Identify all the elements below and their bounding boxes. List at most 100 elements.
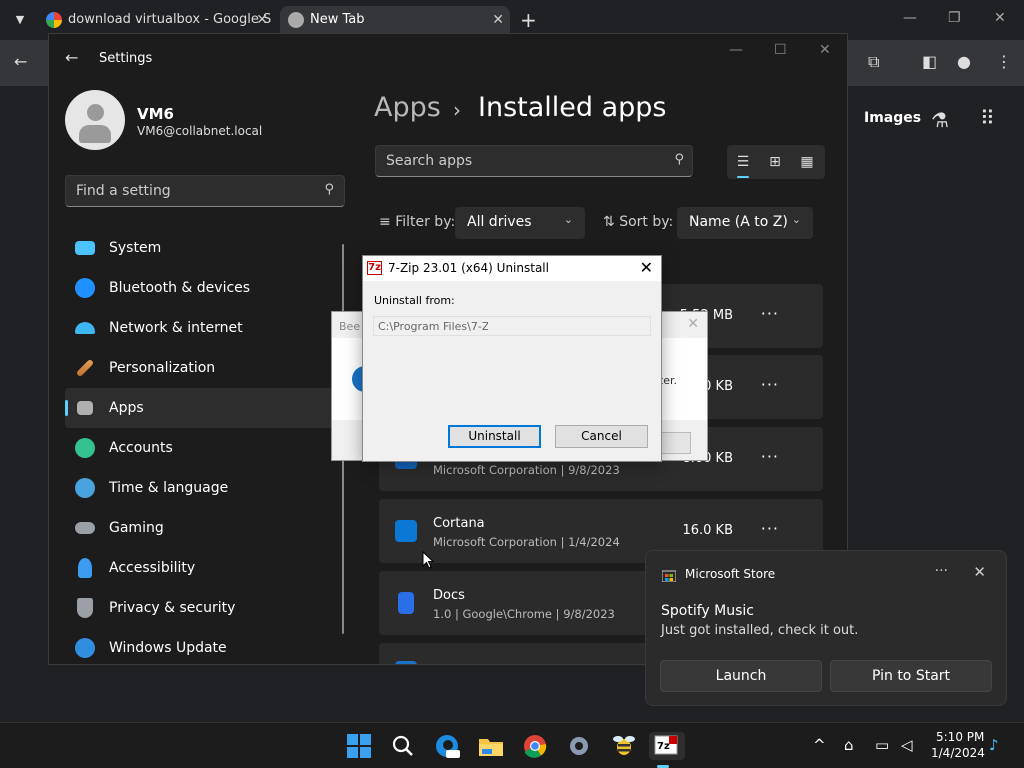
notification-bell-icon[interactable]: ♪ [989,736,999,754]
nav-item-personalization[interactable]: Personalization [65,348,335,388]
nav-item-time-language[interactable]: Time & language [65,468,335,508]
close-tab-icon[interactable]: ✕ [492,6,504,34]
nav-item-windows-update[interactable]: Windows Update [65,628,335,664]
nav-item-bluetooth[interactable]: Bluetooth & devices [65,268,335,308]
settings-gear-icon[interactable] [565,732,593,760]
close-icon[interactable]: ✕ [640,258,653,277]
nav-item-accessibility[interactable]: Accessibility [65,548,335,588]
tab-search-chevron-icon[interactable]: ▼ [8,8,32,32]
more-options-icon[interactable]: ··· [761,375,779,394]
clock-time[interactable]: 5:10 PM [936,730,984,744]
nav-item-privacy-security[interactable]: Privacy & security [65,588,335,628]
launch-button[interactable]: Launch [660,660,822,692]
dialog-titlebar: 7z 7-Zip 23.01 (x64) Uninstall ✕ [363,256,661,281]
close-icon[interactable]: ✕ [973,563,986,581]
nav-item-system[interactable]: System [65,228,335,268]
nav-item-network[interactable]: Network & internet [65,308,335,348]
uninstall-path-input[interactable] [378,319,488,333]
app-name: Cortana [433,516,485,531]
back-arrow-icon[interactable]: ← [65,48,78,67]
nav-item-apps[interactable]: Apps [65,388,335,428]
app-meta: Microsoft Corporation | 1/4/2024 [433,535,620,549]
nav-label: Network & internet [109,320,243,336]
nav-label: System [109,240,162,256]
find-setting-input[interactable] [76,182,306,200]
breadcrumb-apps[interactable]: Apps [374,92,441,123]
chevron-down-icon: ⌄ [791,213,801,226]
find-setting-box[interactable]: ⚲ [65,175,345,207]
browser-tab-virtualbox[interactable]: download virtualbox - Google S ✕ [38,6,274,34]
nav-label: Apps [109,400,144,416]
app-size: 16.0 KB [682,523,733,538]
kebab-menu-icon[interactable]: ⋮ [996,52,1012,71]
clock-date[interactable]: 1/4/2024 [931,746,985,760]
windows-start-icon[interactable] [345,732,373,760]
7zip-taskbar-button[interactable]: 7z [649,732,685,768]
more-options-icon[interactable]: ··· [761,447,779,466]
search-apps-box[interactable]: ⚲ [375,145,693,177]
search-icon: ⚲ [324,182,334,197]
side-panel-icon[interactable]: ◧ [922,52,937,71]
tile-view-icon[interactable]: ⊞ [765,152,785,172]
person-icon [75,438,95,458]
back-arrow-icon[interactable]: ← [14,52,27,71]
volume-muted-icon[interactable]: ◁ [901,736,913,754]
sort-dropdown[interactable]: Name (A to Z) ⌄ [677,207,813,239]
close-icon[interactable]: ✕ [994,10,1006,26]
extensions-icon[interactable]: ⧉ [868,52,879,72]
app-meta: Microsoft Corporation | 9/8/2023 [433,463,620,477]
uninstall-path-field[interactable] [373,316,651,336]
close-tab-icon[interactable]: ✕ [256,6,268,34]
minimize-icon[interactable]: — [903,10,917,26]
cancel-button[interactable]: Cancel [555,425,648,448]
edge-beta-icon[interactable] [433,732,461,760]
pin-to-start-button[interactable]: Pin to Start [830,660,992,692]
profile-icon[interactable]: ● [957,52,971,71]
labs-flask-icon[interactable]: ⚗ [931,108,949,132]
uninstall-button[interactable]: Uninstall [448,425,541,448]
chrome-icon[interactable] [521,732,549,760]
search-icon: ⚲ [674,152,684,167]
monitor-icon [75,241,95,255]
images-link[interactable]: Images [864,110,921,126]
browser-tab-label: download virtualbox - Google S [68,12,272,27]
google-icon [46,12,62,28]
avatar[interactable] [65,90,125,150]
beebeep-icon[interactable] [610,732,638,760]
list-view-icon[interactable]: ☰ [733,152,753,178]
microsoft-store-icon [662,570,676,582]
chevron-down-icon: ⌄ [563,213,573,226]
search-apps-input[interactable] [386,152,656,170]
grid-view-icon[interactable]: ▦ [797,152,817,172]
display-icon[interactable]: ▭ [875,736,889,754]
nav-item-gaming[interactable]: Gaming [65,508,335,548]
cortana-icon [395,520,417,542]
toast-heading: Spotify Music [661,603,754,619]
minimize-icon[interactable]: — [729,42,743,58]
filter-dropdown[interactable]: All drives ⌄ [455,207,585,239]
toast-body: Just got installed, check it out. [661,623,859,638]
apps-grid-icon[interactable]: ⠿ [980,106,995,130]
network-offline-icon[interactable]: ⌂ [844,736,854,754]
close-icon[interactable]: ✕ [819,42,831,58]
nav-label: Bluetooth & devices [109,280,251,296]
more-options-icon[interactable]: ··· [761,519,779,538]
accessibility-icon [78,558,92,578]
maximize-icon[interactable]: ☐ [774,42,787,58]
more-options-icon[interactable]: ··· [761,304,779,323]
new-tab-icon[interactable]: + [520,8,537,32]
window-title: Settings [99,51,153,66]
nav-item-accounts[interactable]: Accounts [65,428,335,468]
app-meta: 1.0 | Google\Chrome | 9/8/2023 [433,607,615,621]
more-options-icon[interactable]: ··· [935,563,948,579]
search-icon[interactable] [389,732,417,760]
browser-tab-new-tab[interactable]: New Tab ✕ [280,6,510,34]
chevron-up-icon[interactable]: ^ [813,736,826,754]
close-icon[interactable]: ✕ [687,316,699,332]
globe-clock-icon [75,478,95,498]
restore-icon[interactable]: ❐ [948,10,961,26]
chrome-icon [288,12,304,28]
filter-label-text: Filter by: [395,214,456,230]
bluetooth-icon [75,278,95,298]
file-explorer-icon[interactable] [477,732,505,760]
